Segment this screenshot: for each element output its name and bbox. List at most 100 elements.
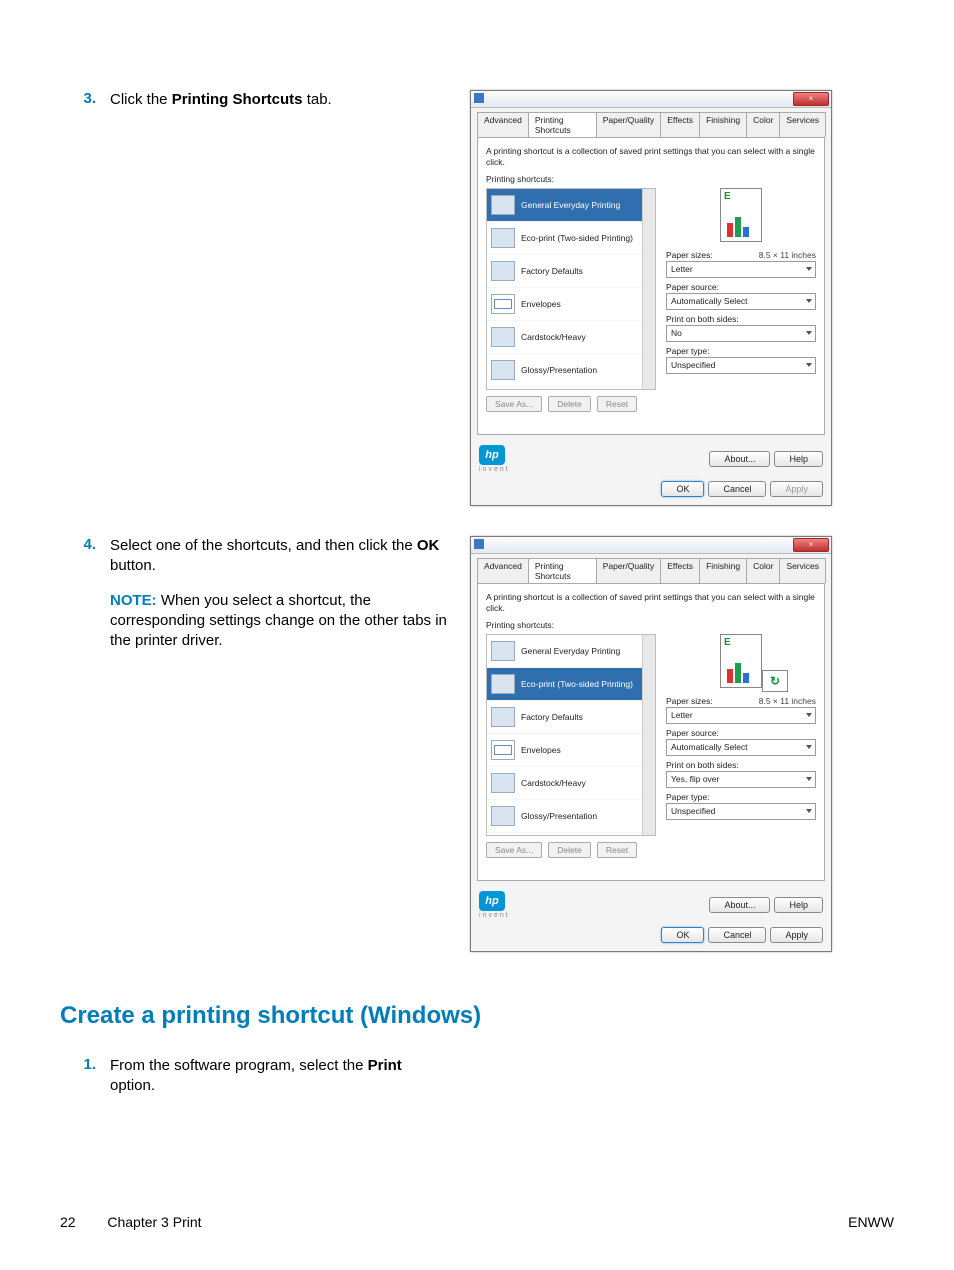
paper-type-row: Paper type:Unspecified [666,792,816,820]
about-button[interactable]: About... [709,451,770,467]
delete-button[interactable]: Delete [548,396,591,412]
tab-finishing[interactable]: Finishing [699,558,747,583]
shortcut-item-label: General Everyday Printing [521,200,620,210]
tab-paper-quality[interactable]: Paper/Quality [596,558,662,583]
paper-type-label: Paper type: [666,346,816,356]
shortcut-item[interactable]: Envelopes [487,288,655,321]
paper-type-dropdown[interactable]: Unspecified [666,357,816,374]
footer-page: 22 [60,1214,76,1230]
shortcut-item-label: Envelopes [521,745,561,755]
step-3-text: Click the Printing Shortcuts tab. [110,90,450,110]
shortcut-item[interactable]: General Everyday Printing [487,635,655,668]
shortcuts-two-column: General Everyday PrintingEco-print (Two-… [486,634,816,858]
section-title: Create a printing shortcut (Windows) [60,1002,894,1030]
cancel-button[interactable]: Cancel [708,927,766,943]
tab-color[interactable]: Color [746,558,780,583]
paper-sizes-dropdown[interactable]: Letter [666,261,816,278]
shortcut-item-label: Glossy/Presentation [521,365,597,375]
step-1b-row: 1. From the software program, select the… [60,1056,894,1097]
print-properties-dialog: × AdvancedPrinting ShortcutsPaper/Quality… [470,536,832,952]
save-as-button[interactable]: Save As... [486,842,542,858]
dialog-footer-row: hpinventAbout...Help [471,887,831,923]
scrollbar[interactable] [642,635,655,835]
paper-sizes-note: 8.5 × 11 inches [759,250,816,260]
shortcuts-left-column: General Everyday Printing Eco-print (Two-… [486,188,656,412]
print-both-sides-dropdown[interactable]: Yes, flip over [666,771,816,788]
shortcut-item[interactable]: Cardstock/Heavy [487,767,655,800]
step-3-bold: Printing Shortcuts [172,91,303,108]
shortcut-item[interactable]: General Everyday Printing [487,189,655,222]
dialog-titlebar[interactable]: × [471,91,831,108]
reset-button[interactable]: Reset [597,396,637,412]
dialog-footer-row: hpinventAbout...Help [471,441,831,477]
step-4-text: Select one of the shortcuts, and then cl… [110,536,450,651]
shortcut-item[interactable]: Eco-print (Two-sided Printing) [487,222,655,255]
tab-advanced[interactable]: Advanced [477,112,529,137]
cancel-button[interactable]: Cancel [708,481,766,497]
hp-invent-text: invent [479,466,510,473]
step-1b-number: 1. [60,1056,110,1073]
shortcut-item[interactable]: Eco-print (Two-sided Printing) [487,668,655,701]
tab-advanced[interactable]: Advanced [477,558,529,583]
footer-left: 22 Chapter 3 Print [60,1214,202,1230]
shortcut-item-label: Envelopes [521,299,561,309]
paper-type-row: Paper type:Unspecified [666,346,816,374]
apply-button[interactable]: Apply [770,927,823,943]
shortcut-item[interactable]: Factory Defaults [487,255,655,288]
paper-source-dropdown[interactable]: Automatically Select [666,293,816,310]
preview-chart-icon [727,663,749,683]
help-button[interactable]: Help [774,897,823,913]
paper-sizes-dropdown[interactable]: Letter [666,707,816,724]
save-as-button[interactable]: Save As... [486,396,542,412]
tab-finishing[interactable]: Finishing [699,112,747,137]
tab-effects[interactable]: Effects [660,558,700,583]
shortcut-icon [491,360,515,380]
shortcut-item[interactable]: Glossy/Presentation [487,354,655,387]
close-button[interactable]: × [793,538,829,552]
step-1b-post: option. [110,1077,155,1094]
tab-services[interactable]: Services [779,112,826,137]
reset-button[interactable]: Reset [597,842,637,858]
tab-printing-shortcuts[interactable]: Printing Shortcuts [528,558,597,583]
shortcuts-left-column: General Everyday PrintingEco-print (Two-… [486,634,656,858]
print-both-sides-row: Print on both sides:No [666,314,816,342]
preview-paper-icon [720,634,762,688]
shortcut-list-buttons: Save As... Delete Reset [486,396,656,412]
dialog-1-wrap: × AdvancedPrinting ShortcutsPaper/Quality… [470,90,832,506]
step-4-note: NOTE: When you select a shortcut, the co… [110,591,450,652]
paper-source-dropdown[interactable]: Automatically Select [666,739,816,756]
tab-effects[interactable]: Effects [660,112,700,137]
shortcut-settings-column: ↻Paper sizes:8.5 × 11 inchesLetterPaper … [666,634,816,858]
tab-color[interactable]: Color [746,112,780,137]
tab-strip: AdvancedPrinting ShortcutsPaper/QualityE… [471,554,831,583]
footer-right: ENWW [848,1214,894,1230]
close-button[interactable]: × [793,92,829,106]
tab-paper-quality[interactable]: Paper/Quality [596,112,662,137]
paper-type-dropdown[interactable]: Unspecified [666,803,816,820]
shortcut-item-label: Cardstock/Heavy [521,778,586,788]
print-both-sides-label: Print on both sides: [666,314,816,324]
note-text: When you select a shortcut, the correspo… [110,592,447,650]
dialog-titlebar[interactable]: × [471,537,831,554]
shortcut-item[interactable]: Cardstock/Heavy [487,321,655,354]
shortcuts-listbox[interactable]: General Everyday PrintingEco-print (Two-… [486,634,656,836]
apply-button[interactable]: Apply [770,481,823,497]
print-both-sides-dropdown[interactable]: No [666,325,816,342]
shortcut-icon [491,228,515,248]
ok-button[interactable]: OK [661,927,704,943]
shortcuts-listbox[interactable]: General Everyday Printing Eco-print (Two-… [486,188,656,390]
ok-button[interactable]: OK [661,481,704,497]
tab-services[interactable]: Services [779,558,826,583]
help-button[interactable]: Help [774,451,823,467]
step-4-pre: Select one of the shortcuts, and then cl… [110,537,417,554]
scrollbar[interactable] [642,189,655,389]
about-button[interactable]: About... [709,897,770,913]
delete-button[interactable]: Delete [548,842,591,858]
paper-source-row: Paper source:Automatically Select [666,282,816,310]
tab-printing-shortcuts[interactable]: Printing Shortcuts [528,112,597,137]
shortcut-item[interactable]: Factory Defaults [487,701,655,734]
shortcut-item[interactable]: Envelopes [487,734,655,767]
step-4-post: button. [110,557,156,574]
shortcut-item[interactable]: Glossy/Presentation [487,800,655,833]
shortcut-icon [491,294,515,314]
